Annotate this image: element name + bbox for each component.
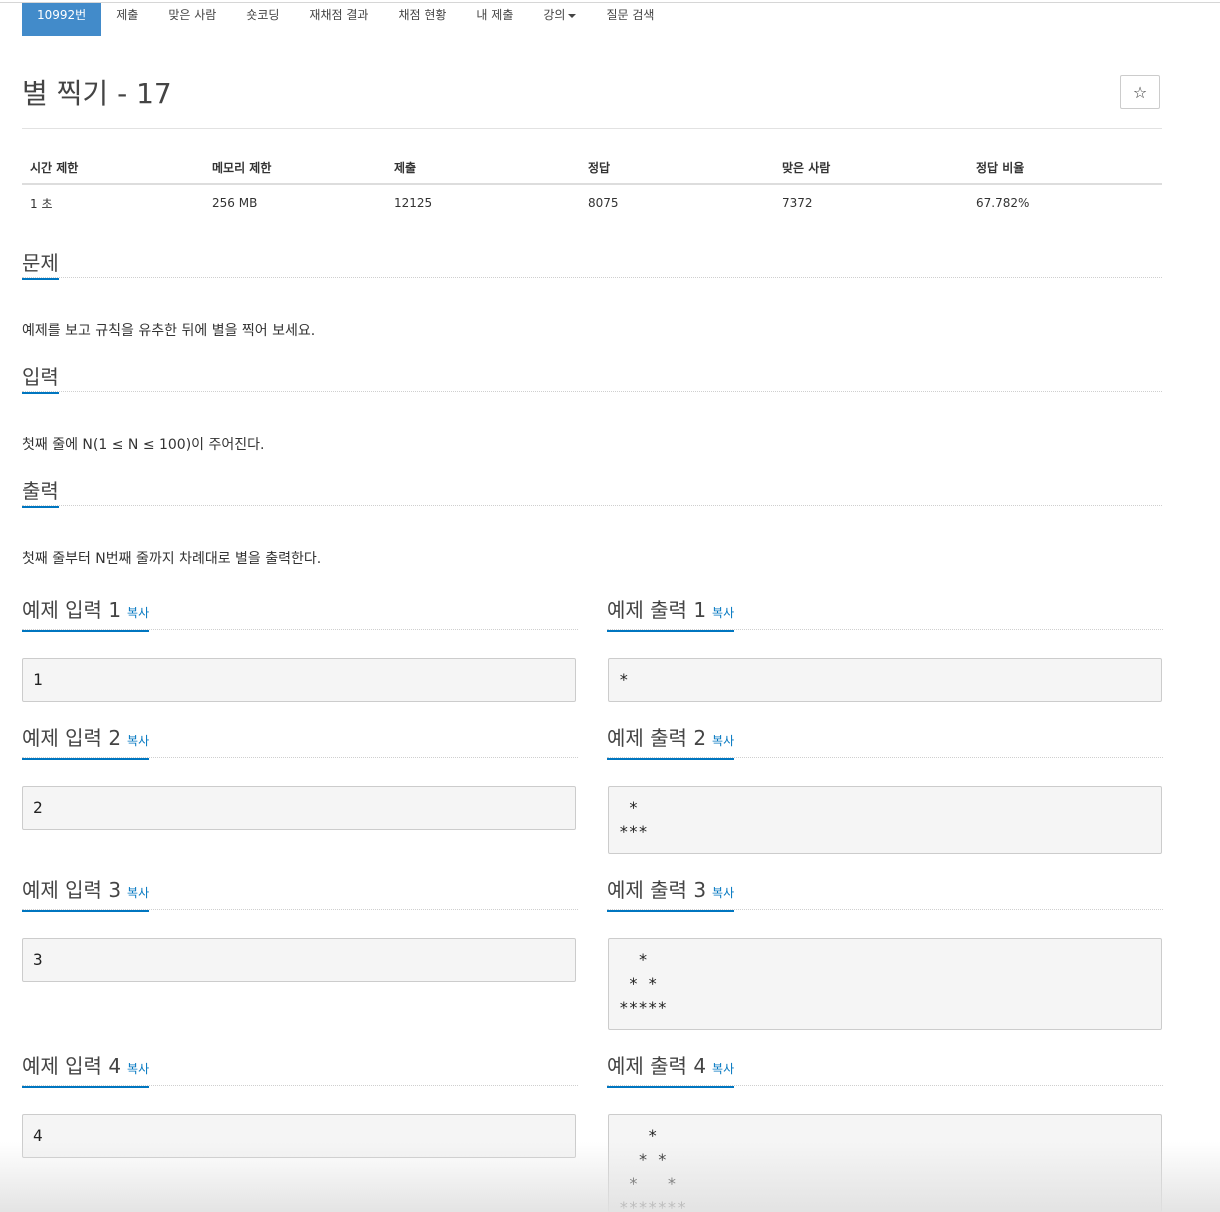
section-divider <box>22 505 1162 506</box>
copy-button[interactable]: 복사 <box>127 1062 149 1076</box>
output-section-title: 출력 <box>22 480 59 508</box>
sample-input-box[interactable]: 2 <box>22 786 576 830</box>
sample-output-title: 예제 출력 2 <box>607 726 707 750</box>
title-divider <box>22 128 1162 129</box>
section-divider <box>22 277 1162 278</box>
sample-input-header: 예제 입력 2 복사 <box>22 726 578 760</box>
tab-solved-users[interactable]: 맞은 사람 <box>153 3 231 36</box>
page-title: 별 찍기 - 17 <box>22 77 172 110</box>
sample-output-title: 예제 출력 3 <box>607 878 707 902</box>
header-solvers: 맞은 사람 <box>774 152 968 185</box>
output-section-header: 출력 <box>22 480 1162 508</box>
sample-output-title-wrap: 예제 출력 1 복사 <box>607 598 735 632</box>
value-accepted: 8075 <box>588 196 619 210</box>
sample-output-header: 예제 출력 2 복사 <box>607 726 1163 760</box>
value-ratio: 67.782% <box>976 196 1030 210</box>
output-description: 첫째 줄부터 N번째 줄까지 차례대로 별을 출력한다. <box>22 551 322 567</box>
tab-question-search[interactable]: 질문 검색 <box>591 3 669 36</box>
sample-input-title-wrap: 예제 입력 1 복사 <box>22 598 150 632</box>
sample-input-title: 예제 입력 4 <box>22 1054 122 1078</box>
copy-button[interactable]: 복사 <box>127 734 149 748</box>
value-solvers: 7372 <box>782 196 813 210</box>
header-time-limit: 시간 제한 <box>22 152 204 185</box>
sample-input-title-wrap: 예제 입력 2 복사 <box>22 726 150 760</box>
header-ratio: 정답 비율 <box>968 152 1162 185</box>
caret-down-icon <box>568 13 577 18</box>
copy-button[interactable]: 복사 <box>712 734 734 748</box>
header-memory-limit: 메모리 제한 <box>204 152 386 185</box>
tab-submit[interactable]: 제출 <box>101 3 153 36</box>
info-header-row: 시간 제한 메모리 제한 제출 정답 맞은 사람 정답 비율 <box>22 152 1162 185</box>
sample-input-title: 예제 입력 3 <box>22 878 122 902</box>
sample-output-title-wrap: 예제 출력 2 복사 <box>607 726 735 760</box>
sample-input-box[interactable]: 1 <box>22 658 576 702</box>
tab-lectures-label: 강의 <box>543 8 566 22</box>
header-submissions: 제출 <box>386 152 580 185</box>
value-time-limit: 1 초 <box>30 196 53 211</box>
sample-output-header: 예제 출력 1 복사 <box>607 598 1163 632</box>
problem-description: 예제를 보고 규칙을 유추한 뒤에 별을 찍어 보세요. <box>22 323 316 339</box>
copy-button[interactable]: 복사 <box>712 886 734 900</box>
value-submissions: 12125 <box>394 196 433 210</box>
tab-my-submissions[interactable]: 내 제출 <box>461 3 528 36</box>
sample-input-title-wrap: 예제 입력 4 복사 <box>22 1054 150 1088</box>
input-section-title: 입력 <box>22 366 59 394</box>
tab-status[interactable]: 채점 현황 <box>383 3 461 36</box>
copy-button[interactable]: 복사 <box>712 1062 734 1076</box>
problem-info-table: 시간 제한 메모리 제한 제출 정답 맞은 사람 정답 비율 1 초 256 M… <box>22 152 1162 221</box>
sample-input-header: 예제 입력 1 복사 <box>22 598 578 632</box>
sample-output-title: 예제 출력 1 <box>607 598 707 622</box>
sample-output-title: 예제 출력 4 <box>607 1054 707 1078</box>
sample-output-header: 예제 출력 3 복사 <box>607 878 1163 912</box>
copy-button[interactable]: 복사 <box>712 606 734 620</box>
problem-section-title: 문제 <box>22 252 59 280</box>
sample-output-box[interactable]: * * * ***** <box>608 938 1162 1030</box>
sample-input-box[interactable]: 3 <box>22 938 576 982</box>
sample-input-title: 예제 입력 1 <box>22 598 122 622</box>
sample-output-header: 예제 출력 4 복사 <box>607 1054 1163 1088</box>
tab-problem-number[interactable]: 10992번 <box>22 3 102 36</box>
sample-input-box[interactable]: 4 <box>22 1114 576 1158</box>
sample-output-title-wrap: 예제 출력 3 복사 <box>607 878 735 912</box>
sample-input-title-wrap: 예제 입력 3 복사 <box>22 878 150 912</box>
sample-input-title: 예제 입력 2 <box>22 726 122 750</box>
info-value-row: 1 초 256 MB 12125 8075 7372 67.782% <box>22 184 1162 221</box>
sample-input-header: 예제 입력 4 복사 <box>22 1054 578 1088</box>
problem-menu: 10992번 제출 맞은 사람 숏코딩 재채점 결과 채점 현황 내 제출 강의… <box>22 3 669 36</box>
sample-input-header: 예제 입력 3 복사 <box>22 878 578 912</box>
tab-short-coding[interactable]: 숏코딩 <box>231 3 294 36</box>
sample-output-box[interactable]: * * * * * ******* <box>608 1114 1162 1212</box>
input-description: 첫째 줄에 N(1 ≤ N ≤ 100)이 주어진다. <box>22 437 265 453</box>
copy-button[interactable]: 복사 <box>127 886 149 900</box>
problem-section-header: 문제 <box>22 252 1162 280</box>
header-accepted: 정답 <box>580 152 774 185</box>
input-section-header: 입력 <box>22 366 1162 394</box>
sample-output-box[interactable]: * *** <box>608 786 1162 854</box>
value-memory-limit: 256 MB <box>212 196 258 210</box>
star-icon: ☆ <box>1132 82 1148 102</box>
sample-output-title-wrap: 예제 출력 4 복사 <box>607 1054 735 1088</box>
section-divider <box>22 391 1162 392</box>
tab-rejudge-results[interactable]: 재채점 결과 <box>294 3 383 36</box>
sample-output-box[interactable]: * <box>608 658 1162 702</box>
tab-lectures-dropdown[interactable]: 강의 <box>528 3 591 36</box>
favorite-star-button[interactable]: ☆ <box>1120 75 1160 109</box>
copy-button[interactable]: 복사 <box>127 606 149 620</box>
